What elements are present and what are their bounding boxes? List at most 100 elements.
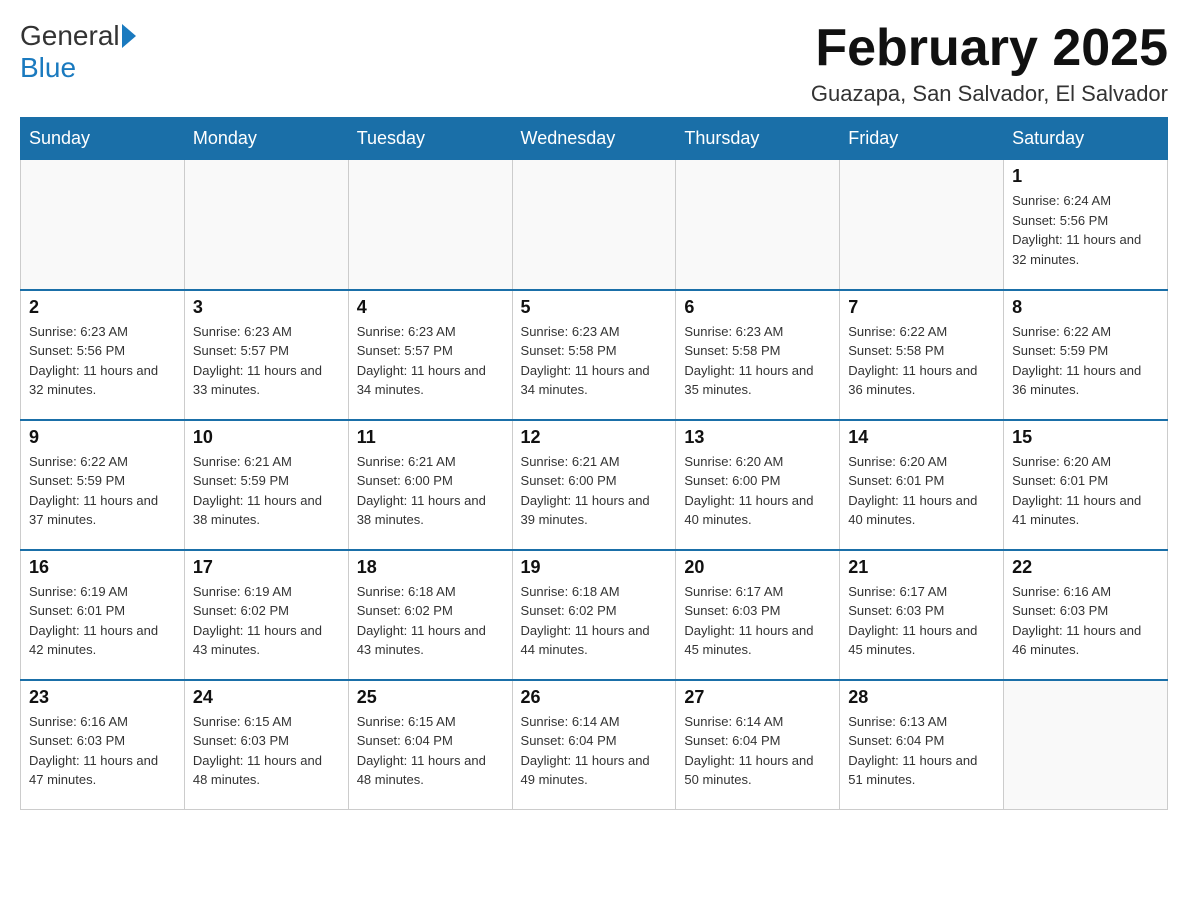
day-info: Sunrise: 6:22 AMSunset: 5:59 PMDaylight:…: [29, 452, 176, 530]
day-info: Sunrise: 6:13 AMSunset: 6:04 PMDaylight:…: [848, 712, 995, 790]
calendar-cell: 13 Sunrise: 6:20 AMSunset: 6:00 PMDayligh…: [676, 420, 840, 550]
calendar-cell: 26Sunrise: 6:14 AMSunset: 6:04 PMDayligh…: [512, 680, 676, 810]
page-header: General Blue February 2025 Guazapa, San …: [20, 20, 1168, 107]
calendar-cell: 21 Sunrise: 6:17 AMSunset: 6:03 PMDayligh…: [840, 550, 1004, 680]
day-number: 12: [521, 427, 668, 448]
weekday-header-row: SundayMondayTuesdayWednesdayThursdayFrid…: [21, 118, 1168, 160]
day-info: Sunrise: 6:20 AMSunset: 6:00 PMDaylight:…: [684, 452, 831, 530]
day-number: 15: [1012, 427, 1159, 448]
calendar-cell: 10 Sunrise: 6:21 AMSunset: 5:59 PMDayligh…: [184, 420, 348, 550]
day-number: 22: [1012, 557, 1159, 578]
calendar-cell: [21, 160, 185, 290]
day-info: Sunrise: 6:23 AMSunset: 5:57 PMDaylight:…: [193, 322, 340, 400]
day-number: 14: [848, 427, 995, 448]
day-info: Sunrise: 6:23 AMSunset: 5:58 PMDaylight:…: [684, 322, 831, 400]
calendar-cell: [184, 160, 348, 290]
calendar-cell: 6 Sunrise: 6:23 AMSunset: 5:58 PMDaylight…: [676, 290, 840, 420]
calendar-cell: 3 Sunrise: 6:23 AMSunset: 5:57 PMDaylight…: [184, 290, 348, 420]
day-number: 21: [848, 557, 995, 578]
day-info: Sunrise: 6:23 AMSunset: 5:58 PMDaylight:…: [521, 322, 668, 400]
day-info: Sunrise: 6:20 AMSunset: 6:01 PMDaylight:…: [1012, 452, 1159, 530]
calendar-cell: 8Sunrise: 6:22 AMSunset: 5:59 PMDaylight…: [1004, 290, 1168, 420]
day-number: 18: [357, 557, 504, 578]
calendar-cell: 16 Sunrise: 6:19 AMSunset: 6:01 PMDayligh…: [21, 550, 185, 680]
day-info: Sunrise: 6:22 AMSunset: 5:58 PMDaylight:…: [848, 322, 995, 400]
weekday-header-monday: Monday: [184, 118, 348, 160]
day-number: 6: [684, 297, 831, 318]
calendar-cell: 1Sunrise: 6:24 AMSunset: 5:56 PMDaylight…: [1004, 160, 1168, 290]
calendar-cell: 27Sunrise: 6:14 AMSunset: 6:04 PMDayligh…: [676, 680, 840, 810]
day-info: Sunrise: 6:18 AMSunset: 6:02 PMDaylight:…: [357, 582, 504, 660]
day-number: 28: [848, 687, 995, 708]
day-number: 23: [29, 687, 176, 708]
day-info: Sunrise: 6:17 AMSunset: 6:03 PMDaylight:…: [848, 582, 995, 660]
day-number: 27: [684, 687, 831, 708]
weekday-header-tuesday: Tuesday: [348, 118, 512, 160]
calendar-cell: 24 Sunrise: 6:15 AMSunset: 6:03 PMDayligh…: [184, 680, 348, 810]
day-info: Sunrise: 6:20 AMSunset: 6:01 PMDaylight:…: [848, 452, 995, 530]
month-title: February 2025: [811, 20, 1168, 77]
day-number: 7: [848, 297, 995, 318]
calendar-cell: 12 Sunrise: 6:21 AMSunset: 6:00 PMDayligh…: [512, 420, 676, 550]
weekday-header-wednesday: Wednesday: [512, 118, 676, 160]
day-info: Sunrise: 6:18 AMSunset: 6:02 PMDaylight:…: [521, 582, 668, 660]
day-info: Sunrise: 6:17 AMSunset: 6:03 PMDaylight:…: [684, 582, 831, 660]
day-number: 25: [357, 687, 504, 708]
day-info: Sunrise: 6:19 AMSunset: 6:02 PMDaylight:…: [193, 582, 340, 660]
calendar-table: SundayMondayTuesdayWednesdayThursdayFrid…: [20, 117, 1168, 810]
weekday-header-friday: Friday: [840, 118, 1004, 160]
day-number: 10: [193, 427, 340, 448]
calendar-cell: 22 Sunrise: 6:16 AMSunset: 6:03 PMDayligh…: [1004, 550, 1168, 680]
logo: General Blue: [20, 20, 138, 84]
calendar-cell: 17 Sunrise: 6:19 AMSunset: 6:02 PMDayligh…: [184, 550, 348, 680]
day-info: Sunrise: 6:23 AMSunset: 5:56 PMDaylight:…: [29, 322, 176, 400]
calendar-cell: 20 Sunrise: 6:17 AMSunset: 6:03 PMDayligh…: [676, 550, 840, 680]
day-info: Sunrise: 6:14 AMSunset: 6:04 PMDaylight:…: [521, 712, 668, 790]
day-number: 16: [29, 557, 176, 578]
day-info: Sunrise: 6:15 AMSunset: 6:03 PMDaylight:…: [193, 712, 340, 790]
day-number: 2: [29, 297, 176, 318]
calendar-cell: 19 Sunrise: 6:18 AMSunset: 6:02 PMDayligh…: [512, 550, 676, 680]
day-number: 19: [521, 557, 668, 578]
day-number: 4: [357, 297, 504, 318]
logo-general-text: General: [20, 20, 120, 52]
calendar-cell: 7 Sunrise: 6:22 AMSunset: 5:58 PMDaylight…: [840, 290, 1004, 420]
weekday-header-saturday: Saturday: [1004, 118, 1168, 160]
day-number: 9: [29, 427, 176, 448]
day-info: Sunrise: 6:24 AMSunset: 5:56 PMDaylight:…: [1012, 191, 1159, 269]
calendar-cell: [840, 160, 1004, 290]
day-number: 5: [521, 297, 668, 318]
day-info: Sunrise: 6:23 AMSunset: 5:57 PMDaylight:…: [357, 322, 504, 400]
location-text: Guazapa, San Salvador, El Salvador: [811, 81, 1168, 107]
day-info: Sunrise: 6:21 AMSunset: 6:00 PMDaylight:…: [521, 452, 668, 530]
calendar-cell: 5 Sunrise: 6:23 AMSunset: 5:58 PMDaylight…: [512, 290, 676, 420]
calendar-cell: [512, 160, 676, 290]
logo-arrow-icon: [122, 24, 136, 48]
weekday-header-sunday: Sunday: [21, 118, 185, 160]
calendar-cell: [348, 160, 512, 290]
calendar-cell: 4 Sunrise: 6:23 AMSunset: 5:57 PMDaylight…: [348, 290, 512, 420]
day-number: 11: [357, 427, 504, 448]
day-info: Sunrise: 6:16 AMSunset: 6:03 PMDaylight:…: [29, 712, 176, 790]
day-number: 20: [684, 557, 831, 578]
week-row-5: 23 Sunrise: 6:16 AMSunset: 6:03 PMDayligh…: [21, 680, 1168, 810]
week-row-2: 2 Sunrise: 6:23 AMSunset: 5:56 PMDaylight…: [21, 290, 1168, 420]
calendar-cell: 25Sunrise: 6:15 AMSunset: 6:04 PMDayligh…: [348, 680, 512, 810]
day-info: Sunrise: 6:21 AMSunset: 6:00 PMDaylight:…: [357, 452, 504, 530]
title-section: February 2025 Guazapa, San Salvador, El …: [811, 20, 1168, 107]
week-row-1: 1Sunrise: 6:24 AMSunset: 5:56 PMDaylight…: [21, 160, 1168, 290]
day-number: 17: [193, 557, 340, 578]
day-info: Sunrise: 6:16 AMSunset: 6:03 PMDaylight:…: [1012, 582, 1159, 660]
calendar-cell: 23 Sunrise: 6:16 AMSunset: 6:03 PMDayligh…: [21, 680, 185, 810]
day-number: 13: [684, 427, 831, 448]
calendar-cell: 11 Sunrise: 6:21 AMSunset: 6:00 PMDayligh…: [348, 420, 512, 550]
calendar-cell: 18 Sunrise: 6:18 AMSunset: 6:02 PMDayligh…: [348, 550, 512, 680]
day-info: Sunrise: 6:21 AMSunset: 5:59 PMDaylight:…: [193, 452, 340, 530]
day-number: 8: [1012, 297, 1159, 318]
day-number: 24: [193, 687, 340, 708]
day-number: 3: [193, 297, 340, 318]
day-info: Sunrise: 6:19 AMSunset: 6:01 PMDaylight:…: [29, 582, 176, 660]
calendar-cell: [1004, 680, 1168, 810]
week-row-4: 16 Sunrise: 6:19 AMSunset: 6:01 PMDayligh…: [21, 550, 1168, 680]
calendar-cell: 14 Sunrise: 6:20 AMSunset: 6:01 PMDayligh…: [840, 420, 1004, 550]
